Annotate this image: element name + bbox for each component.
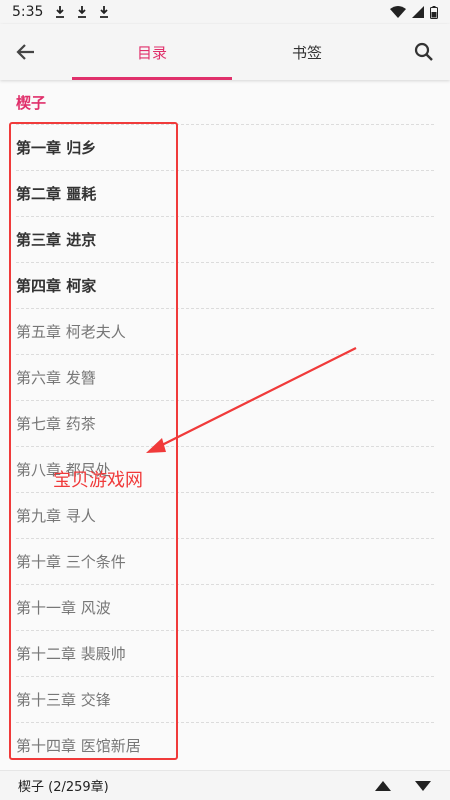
chapter-item[interactable]: 第二章 噩耗: [16, 170, 434, 216]
download-icon: [78, 6, 87, 18]
triangle-up-icon: [375, 780, 391, 791]
watermark-text: 宝贝游戏网: [53, 470, 143, 491]
chapter-item[interactable]: 第四章 柯家: [16, 262, 434, 308]
chapter-item[interactable]: 第三章 进京: [16, 216, 434, 262]
download-icon: [56, 6, 65, 18]
chapter-item[interactable]: 第五章 柯老夫人: [16, 308, 434, 354]
app-bar: 目录 书签: [0, 24, 450, 80]
search-icon: [414, 42, 433, 61]
scroll-up-button[interactable]: [374, 779, 392, 793]
battery-icon: [430, 5, 438, 19]
tab-bookmarks[interactable]: 书签: [232, 24, 382, 80]
tab-toc[interactable]: 目录: [72, 24, 232, 80]
chapter-item[interactable]: 第十一章 风波: [16, 584, 434, 630]
status-bar: 5:35: [0, 0, 450, 24]
chapter-item[interactable]: 第十四章 医馆新居: [16, 722, 434, 768]
arrow-left-icon: [16, 44, 34, 60]
scroll-down-button[interactable]: [414, 779, 432, 793]
bottom-bar: 楔子 (2/259章): [0, 770, 450, 800]
back-button[interactable]: [10, 36, 42, 68]
chapter-item[interactable]: 第六章 发簪: [16, 354, 434, 400]
chapter-item[interactable]: 第一章 归乡: [16, 124, 434, 170]
triangle-down-icon: [415, 780, 431, 791]
chapter-item[interactable]: 第十二章 裴殿帅: [16, 630, 434, 676]
download-icon: [100, 6, 109, 18]
chapter-item[interactable]: 第七章 药茶: [16, 400, 434, 446]
chapter-item[interactable]: 第九章 寻人: [16, 492, 434, 538]
chapter-list: 第一章 归乡 第二章 噩耗 第三章 进京 第四章 柯家 第五章 柯老夫人 第六章 发簪 第七…: [0, 124, 450, 768]
chapter-item[interactable]: 第十三章 交锋: [16, 676, 434, 722]
search-button[interactable]: [408, 36, 440, 68]
signal-icon: [412, 6, 424, 18]
status-icons: [390, 5, 438, 19]
chapter-item[interactable]: 第十章 三个条件: [16, 538, 434, 584]
status-time: 5:35: [12, 4, 44, 20]
chapter-content: 楔子 第一章 归乡 第二章 噩耗 第三章 进京 第四章 柯家 第五章 柯老夫人 第六章 发…: [0, 80, 450, 770]
volume-title: 楔子: [16, 94, 47, 112]
nav-buttons: [374, 779, 432, 793]
reading-position: 楔子 (2/259章): [18, 780, 109, 795]
wifi-icon: [390, 6, 406, 18]
